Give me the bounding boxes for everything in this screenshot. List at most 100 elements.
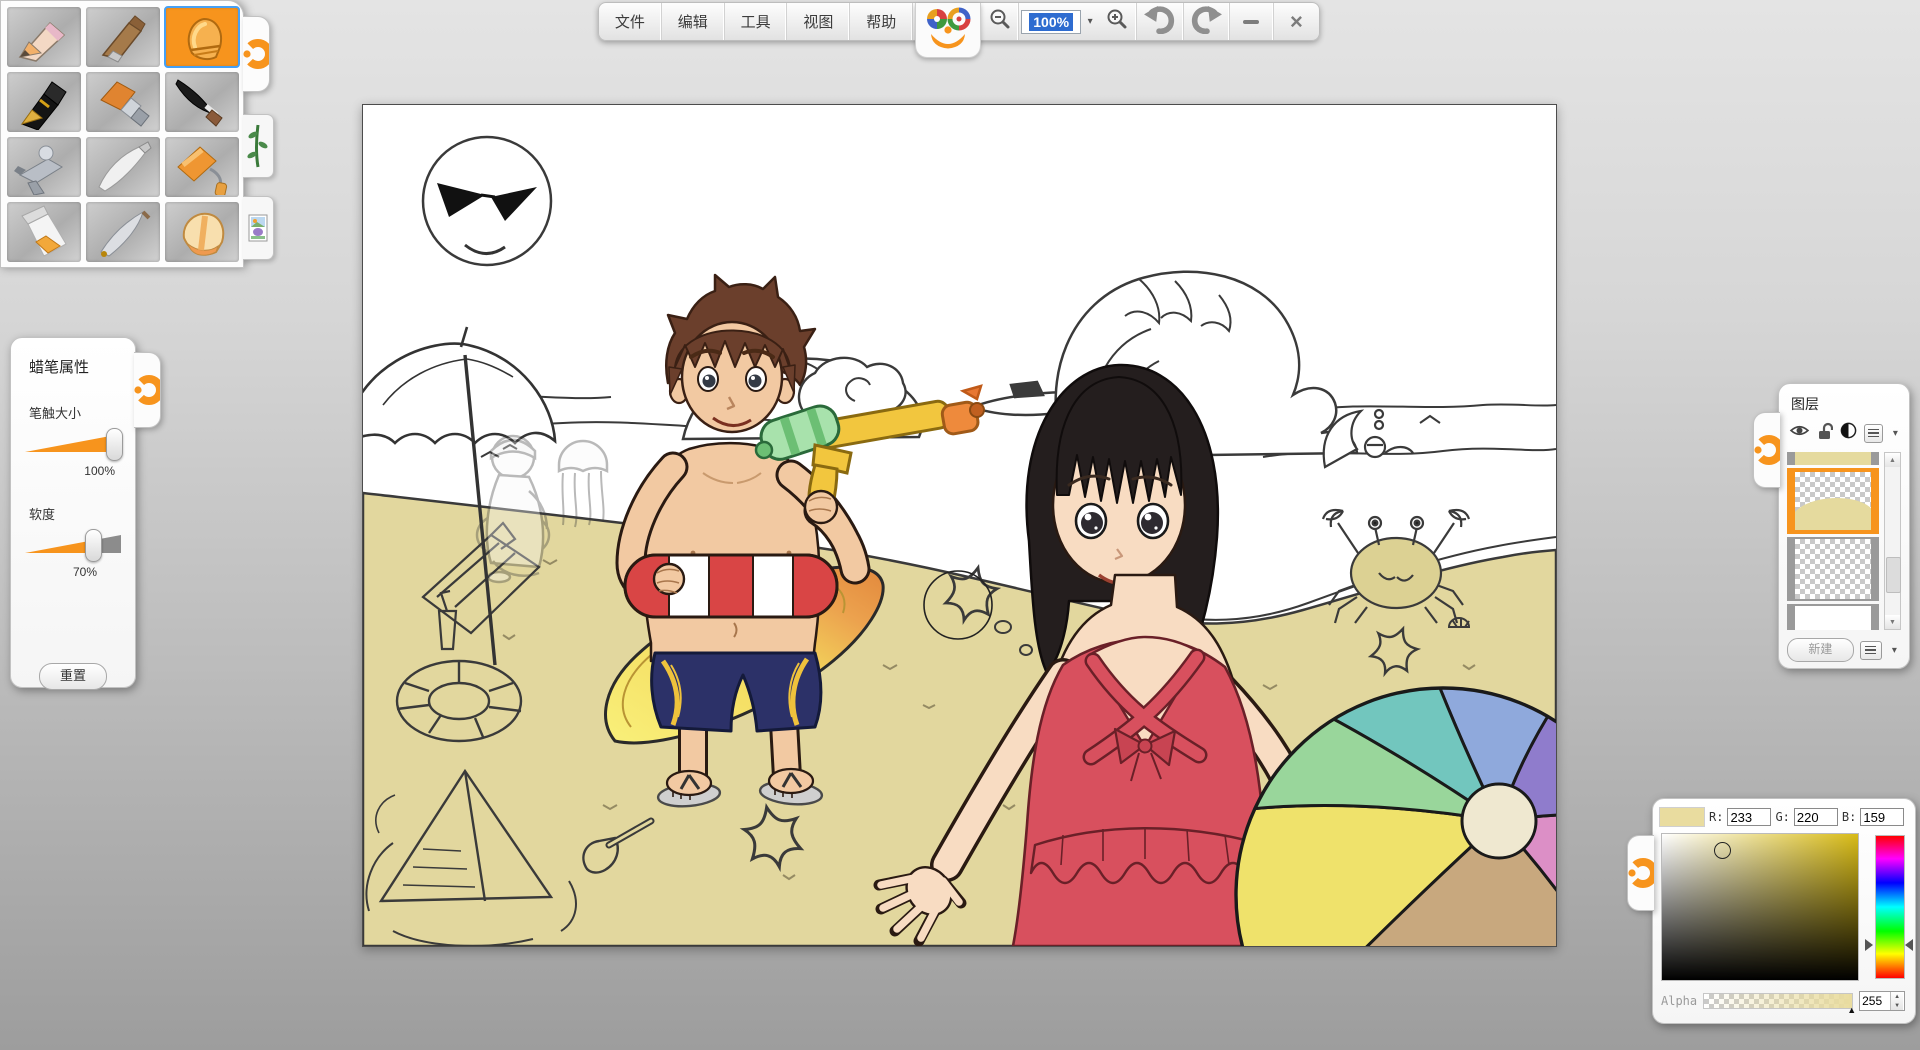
unlock-icon[interactable] xyxy=(1817,422,1833,445)
tool-palette-handle[interactable] xyxy=(243,16,270,92)
crayon-panel-handle[interactable] xyxy=(134,352,161,428)
crayon-stub-icon xyxy=(170,204,234,260)
drawing-canvas[interactable] xyxy=(362,104,1557,947)
sun xyxy=(423,137,551,265)
layers-footer-arrow[interactable]: ▾ xyxy=(1888,645,1901,656)
layer-scrollbar[interactable]: ▲ ▼ xyxy=(1884,452,1901,630)
main-toolbar: 文件 编辑 工具 视图 帮助 xyxy=(598,2,1320,41)
blend-half-circle-icon[interactable] xyxy=(1840,422,1857,444)
menu-tools[interactable]: 工具 xyxy=(725,3,788,40)
color-picker-ring[interactable] xyxy=(1714,842,1731,859)
scroll-thumb[interactable] xyxy=(1886,557,1901,593)
color-picker-panel: R: G: B: Alpha ▲ ▲▼ xyxy=(1652,798,1916,1024)
tool-pastel[interactable] xyxy=(86,7,160,67)
orange-handle-icon xyxy=(243,17,269,91)
scroll-up-arrow[interactable]: ▲ xyxy=(1885,453,1900,467)
softness-slider[interactable] xyxy=(25,529,121,563)
tool-liner-pen[interactable] xyxy=(86,202,160,262)
undo-button[interactable] xyxy=(1137,3,1183,40)
zoom-level-control: 100% ▾ xyxy=(1019,3,1097,40)
app-window: 文件 编辑 工具 视图 帮助 xyxy=(0,0,1920,1050)
alpha-label: Alpha xyxy=(1661,994,1697,1008)
softness-knob[interactable] xyxy=(85,529,102,562)
palette-knife-icon xyxy=(91,139,155,195)
layers-panel-title: 图层 xyxy=(1791,394,1901,414)
bamboo-icon xyxy=(247,121,269,171)
g-input[interactable] xyxy=(1794,808,1838,826)
tool-ink-brush[interactable] xyxy=(165,72,239,132)
layer-item-background[interactable] xyxy=(1787,604,1879,630)
layer-item-sketch[interactable] xyxy=(1787,537,1879,601)
b-label: B: xyxy=(1842,810,1856,824)
saturation-value-box[interactable] xyxy=(1661,833,1859,981)
menu-help[interactable]: 帮助 xyxy=(850,3,913,40)
softness-track xyxy=(25,535,121,557)
bamboo-brush-tab[interactable] xyxy=(243,114,274,178)
redo-button[interactable] xyxy=(1184,3,1230,40)
color-panel-handle[interactable] xyxy=(1627,835,1654,911)
pastel-icon xyxy=(91,9,155,65)
fountain-pen-icon xyxy=(12,74,76,130)
zoom-out-button[interactable] xyxy=(981,3,1019,40)
layers-panel-handle[interactable] xyxy=(1753,412,1780,488)
tool-paint-bottle[interactable] xyxy=(7,202,81,262)
r-input[interactable] xyxy=(1727,808,1771,826)
ink-brush-icon xyxy=(170,74,234,130)
alpha-input[interactable] xyxy=(1860,994,1892,1008)
tool-grid xyxy=(7,7,237,262)
photo-stamp-tab[interactable] xyxy=(243,196,274,260)
layer-list: ▲ ▼ xyxy=(1787,452,1901,630)
new-layer-button[interactable]: 新建 xyxy=(1787,638,1854,662)
layer-item-sand-selected[interactable] xyxy=(1787,468,1879,534)
softness-value: 70% xyxy=(11,565,97,579)
paint-roller-icon xyxy=(170,139,234,195)
reset-button[interactable]: 重置 xyxy=(39,663,107,690)
orange-handle-icon xyxy=(1754,413,1780,487)
menu-view[interactable]: 视图 xyxy=(787,3,850,40)
layer-item-upper-partial[interactable] xyxy=(1787,452,1879,465)
rgb-row: R: G: B: xyxy=(1659,807,1909,827)
menu-edit[interactable]: 编辑 xyxy=(662,3,725,40)
layer-menu-button[interactable] xyxy=(1864,424,1883,443)
tool-fountain-pen[interactable] xyxy=(7,72,81,132)
clown-logo-icon xyxy=(920,3,976,57)
alpha-spinners[interactable]: ▲▼ xyxy=(1890,992,1903,1010)
hue-marker-left[interactable] xyxy=(1865,939,1873,951)
tool-crayon-stub[interactable] xyxy=(165,202,239,262)
tool-palette-panel xyxy=(0,0,244,268)
redo-icon xyxy=(1190,4,1222,39)
zoom-level-field[interactable]: 100% xyxy=(1021,10,1081,34)
app-logo-button[interactable] xyxy=(915,3,981,58)
tool-airbrush[interactable] xyxy=(7,137,81,197)
tool-colored-pencil[interactable] xyxy=(7,7,81,67)
alpha-marker[interactable]: ▲ xyxy=(1847,1005,1856,1015)
brush-size-slider[interactable] xyxy=(25,428,121,462)
softness-label: 软度 xyxy=(29,504,135,523)
tool-paint-roller[interactable] xyxy=(165,137,239,197)
tool-crayon[interactable] xyxy=(165,7,239,67)
alpha-spinbox: ▲▼ xyxy=(1859,991,1905,1011)
layers-footer-menu[interactable] xyxy=(1860,641,1882,660)
flat-brush-icon xyxy=(91,74,155,130)
b-input[interactable] xyxy=(1860,808,1904,826)
hue-bar[interactable] xyxy=(1875,835,1905,979)
visibility-eye-icon[interactable] xyxy=(1789,423,1810,443)
crayon-panel-title: 蜡笔属性 xyxy=(29,356,135,377)
menu-file[interactable]: 文件 xyxy=(599,3,662,40)
close-icon: × xyxy=(1290,11,1303,33)
alpha-row: Alpha ▲ ▲▼ xyxy=(1661,991,1909,1011)
hue-marker-right[interactable] xyxy=(1905,939,1913,951)
zoom-dropdown-arrow[interactable]: ▾ xyxy=(1083,16,1097,27)
brush-size-knob[interactable] xyxy=(106,428,123,461)
zoom-in-button[interactable] xyxy=(1097,3,1137,40)
layers-footer: 新建 ▾ xyxy=(1787,638,1901,662)
airbrush-icon xyxy=(12,139,76,195)
scroll-down-arrow[interactable]: ▼ xyxy=(1885,615,1900,629)
minimize-button[interactable] xyxy=(1230,3,1274,40)
close-button[interactable]: × xyxy=(1274,3,1319,40)
tool-palette-knife[interactable] xyxy=(86,137,160,197)
layer-menu-arrow[interactable]: ▾ xyxy=(1890,428,1901,439)
tool-flat-brush[interactable] xyxy=(86,72,160,132)
alpha-bar[interactable]: ▲ xyxy=(1703,993,1853,1009)
zoom-out-icon xyxy=(989,8,1011,35)
